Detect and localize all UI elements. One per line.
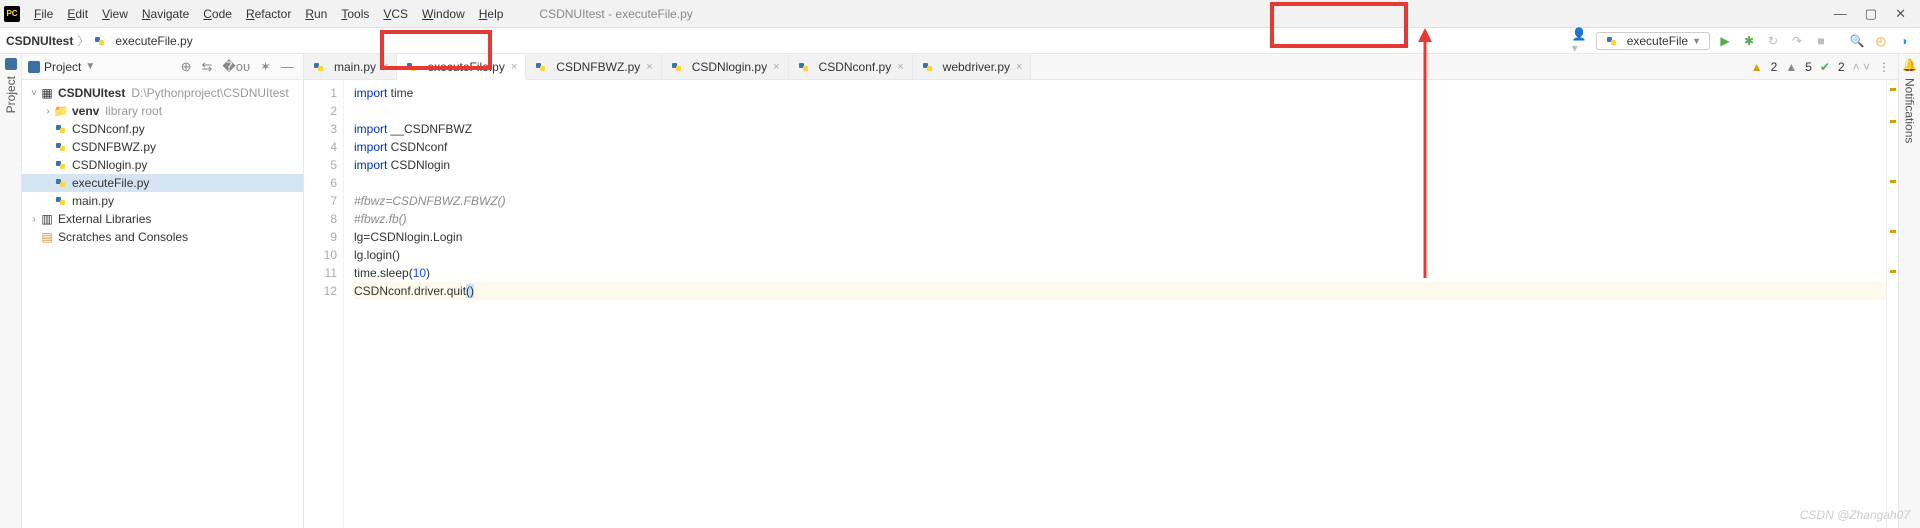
menu-file[interactable]: File [28,5,59,23]
close-tab-icon[interactable]: × [646,61,652,73]
menu-window[interactable]: Window [416,5,471,23]
tree-file-executeFile-py[interactable]: executeFile.py [22,174,303,192]
line-gutter: 123456789101112 [304,80,344,528]
breadcrumb-file[interactable]: executeFile.py [93,34,192,48]
close-tab-icon[interactable]: × [382,61,388,73]
run-button[interactable]: ▶ [1716,32,1734,50]
python-file-icon [1605,35,1619,47]
run-config-selector[interactable]: executeFile ▼ [1596,32,1710,50]
nav-bar: CSDNUItest 〉 executeFile.py 👤▾ executeFi… [0,28,1920,54]
project-panel-title[interactable]: Project ▼ [28,60,174,74]
ide-updates-button[interactable]: ◴ [1872,32,1890,50]
notifications-tool-label[interactable]: Notifications [1903,78,1917,143]
python-file-icon [534,61,548,73]
close-tab-icon[interactable]: × [773,61,779,73]
tab-CSDNFBWZ-py[interactable]: CSDNFBWZ.py× [526,54,661,79]
menu-help[interactable]: Help [473,5,510,23]
tree-file-CSDNFBWZ-py[interactable]: CSDNFBWZ.py [22,138,303,156]
tab-list-button[interactable]: ⋮ [1878,60,1890,74]
tree-file-CSDNconf-py[interactable]: CSDNconf.py [22,120,303,138]
error-stripe[interactable] [1886,80,1898,528]
project-tool-icon[interactable] [5,58,17,70]
add-user-icon[interactable]: 👤▾ [1572,32,1590,50]
tree-scratches[interactable]: ▤Scratches and Consoles [22,228,303,246]
inspection-widget[interactable]: ▲2 ▲5 ✔2 ˄ ˅ ⋮ [1743,54,1898,79]
tree-external-libraries[interactable]: ›▥External Libraries [22,210,303,228]
menu-view[interactable]: View [96,5,134,23]
select-opened-file-button[interactable]: ⊕ [178,59,195,75]
menu-vcs[interactable]: VCS [377,5,414,23]
menu-tools[interactable]: Tools [335,5,375,23]
tree-file-main-py[interactable]: main.py [22,192,303,210]
close-tab-icon[interactable]: × [897,61,903,73]
tree-root[interactable]: ˅▦CSDNUItestD:\Pythonproject\CSDNUItest [22,84,303,102]
weak-warning-icon: ▲ [1785,60,1797,74]
breadcrumb-project[interactable]: CSDNUItest [6,34,73,48]
app-icon: PC [4,6,20,22]
python-file-icon [921,61,935,73]
project-panel-header: Project ▼ ⊕ ⇆ �ου ✶ — [22,54,303,80]
expand-all-button[interactable]: ⇆ [199,59,216,75]
tab-CSDNconf-py[interactable]: CSDNconf.py× [789,54,913,79]
code-editor[interactable]: 123456789101112 import time import __CSD… [304,80,1898,528]
profile-button[interactable]: ↷ [1788,32,1806,50]
stop-button[interactable]: ■ [1812,32,1830,50]
project-tree[interactable]: ˅▦CSDNUItestD:\Pythonproject\CSDNUItest›… [22,80,303,250]
notifications-icon[interactable]: 🔔 [1902,58,1917,72]
right-tool-strip: 🔔 Notifications [1898,54,1920,528]
tab-CSDNlogin-py[interactable]: CSDNlogin.py× [662,54,789,79]
ok-icon: ✔ [1820,60,1830,74]
python-file-icon [312,61,326,73]
main-menu: FileEditViewNavigateCodeRefactorRunTools… [28,5,509,23]
minimize-button[interactable]: — [1834,6,1847,22]
close-tab-icon[interactable]: × [511,61,517,73]
menu-refactor[interactable]: Refactor [240,5,297,23]
editor-tabs: main.py×executeFile.py×CSDNFBWZ.py×CSDNl… [304,54,1898,80]
warning-icon: ▲ [1751,60,1763,74]
hide-button[interactable]: — [278,59,297,74]
breadcrumb-separator: 〉 [77,32,89,49]
menu-navigate[interactable]: Navigate [136,5,195,23]
menu-edit[interactable]: Edit [61,5,94,23]
close-button[interactable]: ✕ [1895,6,1906,22]
python-file-icon [797,61,811,73]
settings-button[interactable]: ✶ [257,59,274,75]
collapse-all-button[interactable]: �ου [219,59,253,75]
python-file-icon [93,35,107,47]
tab-webdriver-py[interactable]: webdriver.py× [913,54,1032,79]
python-file-icon [670,61,684,73]
watermark: CSDN @Zhangah07 [1800,508,1910,522]
python-file-icon [405,61,419,73]
search-everywhere-button[interactable]: 🔍 [1848,32,1866,50]
project-tool-label[interactable]: Project [4,76,18,113]
close-tab-icon[interactable]: × [1016,61,1022,73]
window-title: CSDNUItest - executeFile.py [509,7,1833,21]
chevron-down-icon: ▼ [1692,36,1701,46]
run-toolbar: 👤▾ executeFile ▼ ▶ ✱ ↻ ↷ ■ 🔍 ◴ ◗ [1572,28,1914,54]
ide-features-button[interactable]: ◗ [1896,32,1914,50]
breadcrumb: CSDNUItest 〉 executeFile.py [6,32,193,49]
tree-venv[interactable]: ›📁venvlibrary root [22,102,303,120]
menu-run[interactable]: Run [299,5,333,23]
tree-file-CSDNlogin-py[interactable]: CSDNlogin.py [22,156,303,174]
maximize-button[interactable]: ▢ [1865,6,1877,22]
code-content[interactable]: import time import __CSDNFBWZimport CSDN… [344,80,1886,528]
debug-button[interactable]: ✱ [1740,32,1758,50]
run-with-coverage-button[interactable]: ↻ [1764,32,1782,50]
project-panel: Project ▼ ⊕ ⇆ �ου ✶ — ˅▦CSDNUItestD:\Pyt… [22,54,304,528]
main-area: Project Project ▼ ⊕ ⇆ �ου ✶ — ˅▦CSDNUIte… [0,54,1920,528]
menu-code[interactable]: Code [197,5,238,23]
left-tool-strip: Project [0,54,22,528]
title-bar: PC FileEditViewNavigateCodeRefactorRunTo… [0,0,1920,28]
window-controls: — ▢ ✕ [1834,6,1916,22]
tab-main-py[interactable]: main.py× [304,54,397,79]
editor-area: main.py×executeFile.py×CSDNFBWZ.py×CSDNl… [304,54,1898,528]
chevron-up-down-icon[interactable]: ˄ ˅ [1853,60,1870,74]
tab-executeFile-py[interactable]: executeFile.py× [397,55,526,80]
